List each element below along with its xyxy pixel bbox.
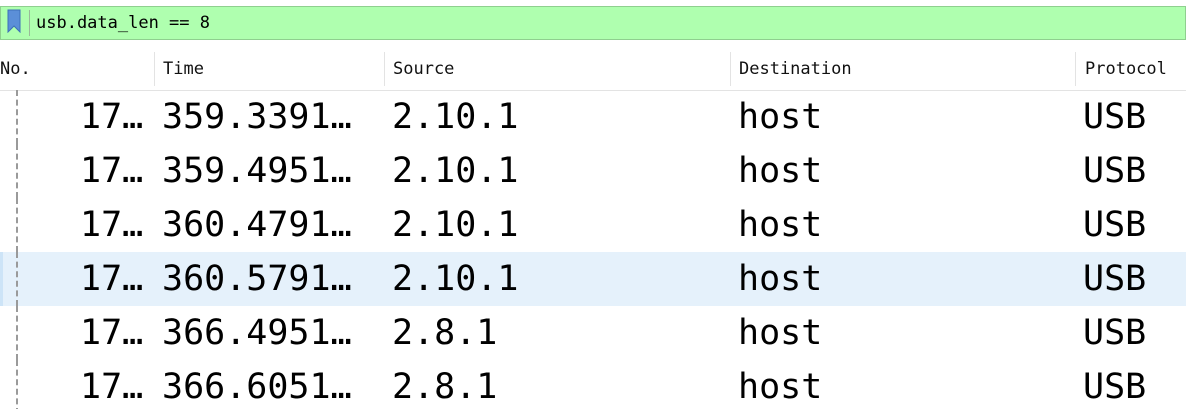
column-header-destination[interactable]: Destination (739, 48, 852, 90)
cell-protocol: USB (1083, 151, 1147, 191)
cell-destination: host (738, 97, 823, 137)
packet-row[interactable]: 17… 359.4951… 2.10.1 host USB (0, 144, 1186, 198)
column-header-time[interactable]: Time (163, 48, 204, 90)
cell-time: 359.4951… (162, 151, 352, 191)
cell-no: 17… (80, 205, 144, 245)
packet-row[interactable]: 17… 366.6051… 2.8.1 host USB (0, 360, 1186, 409)
cell-source: 2.10.1 (392, 205, 519, 245)
tree-connector-line (16, 144, 18, 198)
cell-source: 2.8.1 (392, 367, 498, 407)
cell-destination: host (738, 205, 823, 245)
cell-no: 17… (80, 367, 144, 407)
cell-protocol: USB (1083, 97, 1147, 137)
cell-protocol: USB (1083, 205, 1147, 245)
cell-no: 17… (80, 313, 144, 353)
display-filter-input[interactable] (36, 8, 1176, 38)
tree-connector-line (16, 198, 18, 252)
tree-connector-line (16, 252, 18, 306)
packet-list: 17… 359.3391… 2.10.1 host USB 17… 359.49… (0, 90, 1186, 409)
cell-time: 360.5791… (162, 259, 352, 299)
column-separator[interactable] (730, 52, 731, 86)
bookmark-icon (7, 9, 21, 33)
packet-list-header: No. Time Source Destination Protocol (0, 48, 1186, 91)
cell-protocol: USB (1083, 259, 1147, 299)
cell-destination: host (738, 313, 823, 353)
display-filter-bar (0, 0, 1186, 44)
packet-row[interactable]: 17… 359.3391… 2.10.1 host USB (0, 90, 1186, 144)
column-separator[interactable] (154, 52, 155, 86)
cell-time: 359.3391… (162, 97, 352, 137)
cell-destination: host (738, 259, 823, 299)
tree-connector-line (16, 90, 18, 144)
column-header-protocol[interactable]: Protocol (1085, 48, 1167, 90)
column-separator[interactable] (384, 52, 385, 86)
cell-no: 17… (80, 97, 144, 137)
cell-time: 366.6051… (162, 367, 352, 407)
tree-connector-line (16, 306, 18, 360)
packet-list-window: No. Time Source Destination Protocol 17…… (0, 0, 1186, 409)
packet-row-selected[interactable]: 17… 360.5791… 2.10.1 host USB (0, 252, 1186, 306)
cell-source: 2.10.1 (392, 97, 519, 137)
cell-time: 360.4791… (162, 205, 352, 245)
filter-divider (29, 10, 30, 36)
cell-source: 2.10.1 (392, 259, 519, 299)
column-header-no[interactable]: No. (0, 48, 31, 90)
cell-destination: host (738, 367, 823, 407)
cell-time: 366.4951… (162, 313, 352, 353)
tree-connector-line (16, 360, 18, 409)
column-header-source[interactable]: Source (393, 48, 454, 90)
cell-protocol: USB (1083, 313, 1147, 353)
packet-row[interactable]: 17… 366.4951… 2.8.1 host USB (0, 306, 1186, 360)
column-separator[interactable] (1075, 52, 1076, 86)
cell-protocol: USB (1083, 367, 1147, 407)
packet-row[interactable]: 17… 360.4791… 2.10.1 host USB (0, 198, 1186, 252)
selection-marker (0, 252, 3, 306)
cell-source: 2.10.1 (392, 151, 519, 191)
filter-bookmark-button[interactable] (1, 6, 27, 36)
cell-destination: host (738, 151, 823, 191)
cell-no: 17… (80, 151, 144, 191)
cell-no: 17… (80, 259, 144, 299)
cell-source: 2.8.1 (392, 313, 498, 353)
